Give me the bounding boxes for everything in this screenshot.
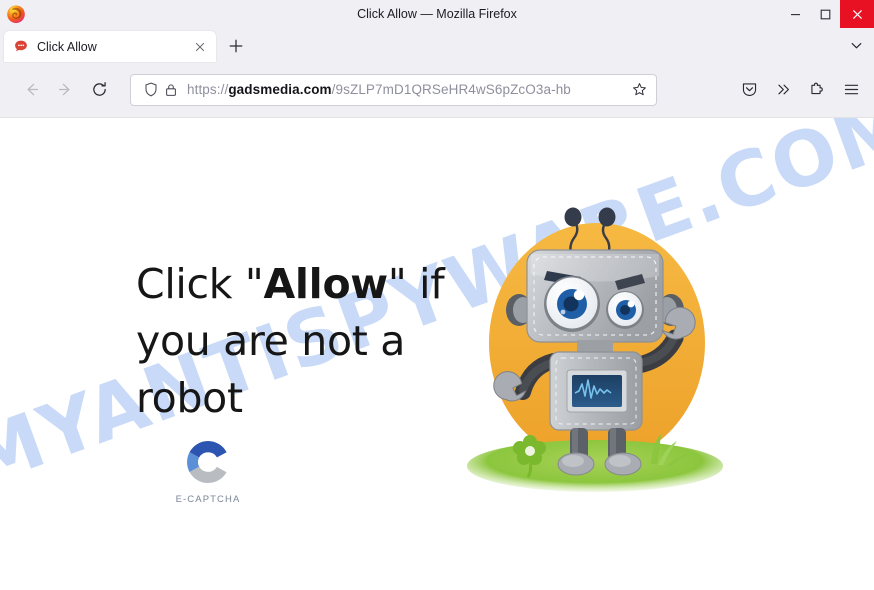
e-captcha-logo-icon [182,436,234,488]
tab-close-icon[interactable] [190,37,210,57]
browser-window: Click Allow — Mozilla Firefox Click Allo… [0,0,874,590]
url-path: /9sZLP7mD1QRSeHR4wS6pZcO3a-hb [331,82,571,97]
headline-part1: Click " [136,260,264,308]
new-tab-button[interactable] [222,32,250,60]
reload-icon[interactable] [82,74,116,106]
window-title: Click Allow — Mozilla Firefox [357,7,517,21]
list-all-tabs-chevron-down-icon[interactable] [842,31,870,59]
overflow-chevrons-icon[interactable] [766,74,800,106]
tab-title: Click Allow [37,39,97,54]
url-scheme: https:// [187,82,229,97]
maximize-button[interactable] [810,0,840,28]
shield-icon[interactable] [141,81,161,99]
lock-icon[interactable] [161,81,181,99]
tab-click-allow[interactable]: Click Allow [4,31,216,62]
headline-block: Click "Allow" if you are not a robot [136,256,466,427]
url-text[interactable]: https://gadsmedia.com/9sZLP7mD1QRSeHR4wS… [187,82,628,97]
toolbar-right-icons [732,74,868,106]
page-inner: Click "Allow" if you are not a robot E-C… [0,118,874,590]
cartoon-robot-illustration [455,188,735,528]
notification-bubble-icon [13,39,29,55]
hamburger-menu-icon[interactable] [834,74,868,106]
extensions-puzzle-icon[interactable] [800,74,834,106]
firefox-logo-icon [5,3,27,25]
page-content: MYANTISPYWARE.COM Click "Allow" if you a… [0,118,874,590]
back-arrow-icon[interactable] [14,74,48,106]
forward-arrow-icon[interactable] [48,74,82,106]
bookmark-star-icon[interactable] [628,79,650,101]
minimize-button[interactable] [780,0,810,28]
e-captcha-label: E-CAPTCHA [175,494,241,505]
captcha-branding: E-CAPTCHA [148,436,268,505]
close-button[interactable] [840,0,874,28]
window-controls [780,0,874,28]
headline-allow-word: Allow [263,260,389,308]
url-domain: gadsmedia.com [228,82,332,97]
page-headline: Click "Allow" if you are not a robot [136,256,466,427]
pocket-icon[interactable] [732,74,766,106]
url-bar[interactable]: https://gadsmedia.com/9sZLP7mD1QRSeHR4wS… [130,73,657,106]
navigation-toolbar: https://gadsmedia.com/9sZLP7mD1QRSeHR4wS… [0,62,874,118]
title-bar: Click Allow — Mozilla Firefox [0,0,874,28]
tab-strip: Click Allow [0,28,874,62]
